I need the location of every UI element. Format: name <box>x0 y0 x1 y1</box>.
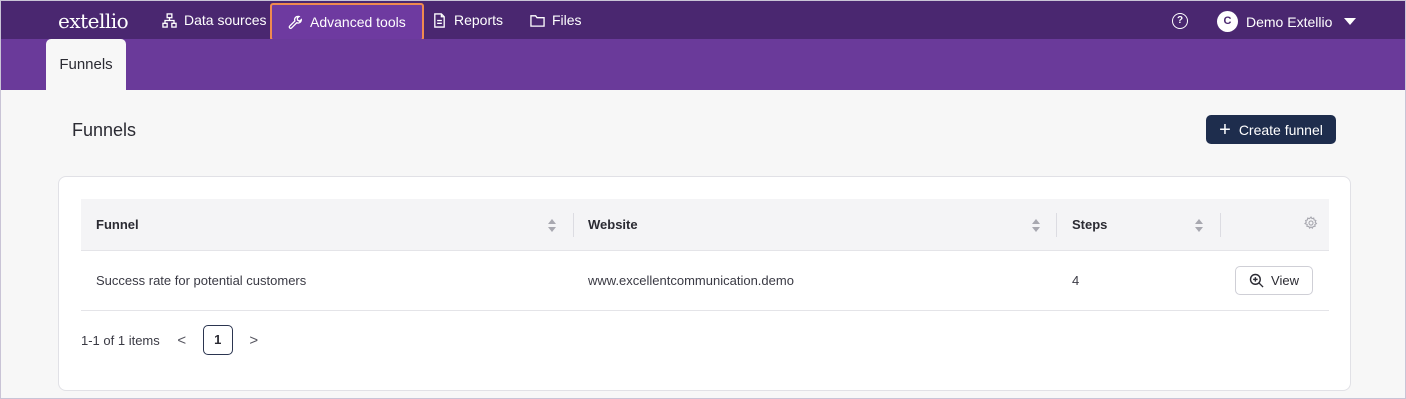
column-divider <box>1220 213 1221 237</box>
chevron-right-icon[interactable]: > <box>244 332 264 349</box>
page-number-button[interactable]: 1 <box>202 325 233 355</box>
folder-icon <box>530 14 545 27</box>
column-header-website[interactable]: Website <box>588 199 638 251</box>
view-label: View <box>1271 273 1299 288</box>
user-menu[interactable]: C Demo Extellio <box>1217 11 1357 32</box>
website-cell: www.excellentcommunication.demo <box>588 273 794 288</box>
sitemap-icon <box>162 12 177 28</box>
steps-cell: 4 <box>1072 273 1080 288</box>
chevron-left-icon[interactable]: < <box>172 332 192 349</box>
zoom-in-icon <box>1249 273 1264 288</box>
table-row[interactable]: Success rate for potential customers www… <box>81 252 1329 311</box>
nav-item-label: Advanced tools <box>310 14 406 30</box>
nav-item-reports[interactable]: Reports <box>432 1 503 39</box>
create-funnel-label: Create funnel <box>1238 121 1323 138</box>
pagination: 1-1 of 1 items < 1 > <box>81 325 264 355</box>
caret-down-icon <box>1344 18 1357 25</box>
sort-icon[interactable] <box>1195 219 1204 233</box>
sub-navigation-bar: Funnels <box>1 39 1405 90</box>
document-icon <box>434 12 445 28</box>
sort-icon[interactable] <box>548 219 557 233</box>
top-navigation-bar: extellio Data sources Advanced tools Rep… <box>1 1 1405 41</box>
app-window: extellio Data sources Advanced tools Rep… <box>0 0 1406 399</box>
table-header: Funnel Website Steps <box>81 199 1329 251</box>
nav-item-label: Files <box>552 12 582 28</box>
column-header-funnel[interactable]: Funnel <box>96 199 139 251</box>
view-button[interactable]: View <box>1235 266 1313 295</box>
pagination-summary: 1-1 of 1 items <box>81 332 160 348</box>
nav-item-data-sources[interactable]: Data sources <box>162 1 266 39</box>
nav-item-advanced-tools[interactable]: Advanced tools <box>270 3 424 41</box>
nav-item-label: Reports <box>454 12 504 28</box>
column-divider <box>1056 213 1057 237</box>
help-icon[interactable]: ? <box>1172 13 1188 29</box>
nav-item-label: Data sources <box>184 12 267 28</box>
tab-funnels[interactable]: Funnels <box>46 39 126 90</box>
wrench-icon <box>288 15 302 29</box>
funnel-name-cell: Success rate for potential customers <box>96 273 307 288</box>
gear-icon[interactable] <box>1304 216 1318 230</box>
page-title: Funnels <box>72 120 137 140</box>
nav-item-files[interactable]: Files <box>530 1 582 39</box>
avatar: C <box>1217 11 1238 32</box>
funnels-table-card: Funnel Website Steps Success rate for po… <box>58 176 1351 391</box>
column-header-steps[interactable]: Steps <box>1072 199 1107 251</box>
column-divider <box>573 213 574 237</box>
create-funnel-button[interactable]: + Create funnel <box>1206 115 1336 144</box>
user-name: Demo Extellio <box>1246 13 1333 30</box>
sort-icon[interactable] <box>1032 219 1041 233</box>
app-logo[interactable]: extellio <box>58 9 129 33</box>
plus-icon: + <box>1219 118 1231 141</box>
